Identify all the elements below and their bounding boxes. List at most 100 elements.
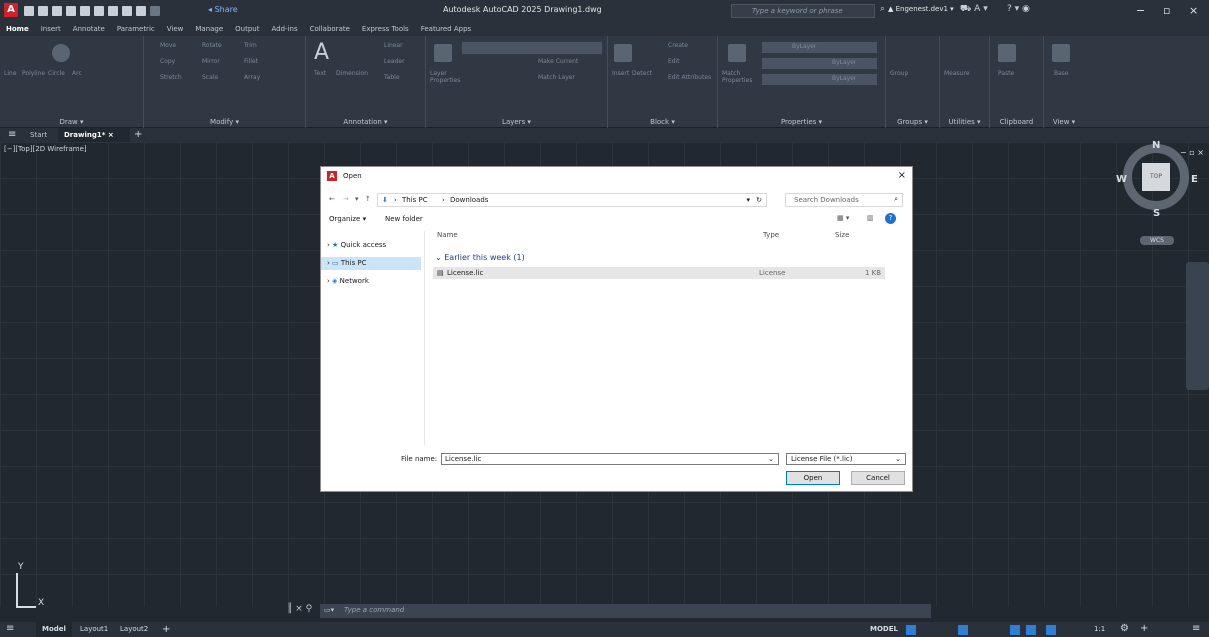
edit-attributes-tool[interactable]: Edit Attributes [668, 74, 711, 81]
save-icon[interactable] [52, 6, 62, 16]
tab-output[interactable]: Output [229, 22, 265, 36]
tab-addins[interactable]: Add-ins [266, 22, 304, 36]
properties-panel-label[interactable]: Properties ▾ [718, 118, 885, 126]
leader-tool[interactable]: Leader [384, 58, 405, 65]
column-header-size[interactable]: Size [835, 231, 849, 239]
tab-parametric[interactable]: Parametric [111, 22, 161, 36]
linetype-dropdown[interactable]: ByLayer [762, 58, 877, 69]
layout2-tab[interactable]: Layout2 [120, 622, 148, 637]
groups-panel-label[interactable]: Groups ▾ [886, 118, 939, 126]
web-open-icon[interactable] [80, 6, 90, 16]
column-header-name[interactable]: Name [437, 231, 458, 239]
command-line-input[interactable]: ▭▾ Type a command [320, 604, 931, 618]
polyline-tool[interactable]: Polyline [22, 70, 45, 77]
edit-block-tool[interactable]: Edit [668, 58, 680, 65]
circle-tool[interactable]: Circle [48, 70, 65, 77]
file-name-dropdown-icon[interactable]: ⌄ [768, 455, 774, 463]
lineweight-icon[interactable] [1046, 625, 1056, 635]
base-tool[interactable]: Base [1054, 70, 1069, 77]
mirror-tool[interactable]: Mirror [202, 58, 220, 65]
arc-tool[interactable]: Arc [72, 70, 82, 77]
layer-properties-tool[interactable]: Layer Properties [430, 70, 464, 84]
draw-panel-label[interactable]: Draw ▾ [0, 118, 143, 126]
breadcrumb[interactable]: ⬇ › This PC › Downloads ▾ ↻ [377, 193, 767, 207]
search-icon[interactable]: ⌕ [880, 4, 885, 14]
redo-icon[interactable] [150, 6, 160, 16]
tab-view[interactable]: View [161, 22, 190, 36]
plot-icon[interactable] [108, 6, 118, 16]
new-folder-button[interactable]: New folder [385, 215, 423, 223]
paste-tool[interactable]: Paste [998, 70, 1014, 77]
compass-south[interactable]: S [1153, 208, 1160, 219]
search-downloads-input[interactable]: Search Downloads ⌕ [785, 193, 903, 207]
dialog-close-button[interactable]: × [898, 170, 906, 181]
forward-icon[interactable]: → [343, 195, 349, 203]
navigation-bar[interactable] [1186, 262, 1209, 390]
modify-panel-label[interactable]: Modify ▾ [144, 118, 305, 126]
share-button[interactable]: ◂ Share [208, 5, 238, 14]
tab-insert[interactable]: Insert [35, 22, 67, 36]
help-search-input[interactable]: Type a keyword or phrase [731, 4, 875, 18]
block-panel-label[interactable]: Block ▾ [608, 118, 717, 126]
preview-pane-icon[interactable]: ▥ [867, 214, 874, 222]
restore-button[interactable]: ▫ [1163, 4, 1170, 17]
expand-chevron-icon[interactable]: › [327, 259, 330, 267]
command-close-icon[interactable]: ║ × ⚲ [287, 604, 312, 614]
add-layout-button[interactable]: + [162, 622, 170, 637]
cancel-button[interactable]: Cancel [851, 471, 905, 485]
file-name-input[interactable]: License.lic ⌄ [441, 453, 779, 465]
trim-tool[interactable]: Trim [244, 42, 257, 49]
table-tool[interactable]: Table [384, 74, 400, 81]
viewport-window-controls[interactable]: − ▫ × [1180, 148, 1204, 157]
array-tool[interactable]: Array [244, 74, 260, 81]
match-properties-tool[interactable]: Match Properties [722, 70, 752, 84]
tab-featured-apps[interactable]: Featured Apps [415, 22, 477, 36]
create-block-tool[interactable]: Create [668, 42, 688, 49]
close-app-button[interactable]: × [1189, 4, 1198, 17]
color-dropdown[interactable]: ByLayer [762, 42, 877, 53]
file-group-header[interactable]: ⌄ Earlier this week (1) [435, 253, 525, 262]
help-icon[interactable]: ? ▾ ◉ [1007, 4, 1030, 14]
stretch-tool[interactable]: Stretch [160, 74, 182, 81]
breadcrumb-this-pc[interactable]: This PC [402, 196, 428, 204]
clipboard-panel-label[interactable]: Clipboard [990, 118, 1043, 126]
file-type-dropdown-icon[interactable]: ⌄ [895, 455, 901, 463]
scale-tool[interactable]: Scale [202, 74, 218, 81]
linear-tool[interactable]: Linear [384, 42, 403, 49]
wcs-menu[interactable]: WCS [1140, 236, 1174, 245]
recent-dropdown-icon[interactable]: ▾ [355, 195, 359, 203]
nav-network[interactable]: › ◈ Network [321, 275, 421, 288]
plus-icon[interactable]: + [1140, 623, 1148, 634]
text-tool[interactable]: Text [314, 70, 326, 77]
group-tool[interactable]: Group [890, 70, 908, 77]
expand-chevron-icon[interactable]: › [327, 241, 330, 249]
tab-express-tools[interactable]: Express Tools [356, 22, 415, 36]
tab-manage[interactable]: Manage [189, 22, 229, 36]
settings-gear-icon[interactable]: ⚙ [1120, 623, 1129, 634]
osnap-icon[interactable] [1010, 625, 1020, 635]
help-icon[interactable]: ? [885, 213, 896, 224]
column-header-type[interactable]: Type [763, 231, 779, 239]
utilities-panel-label[interactable]: Utilities ▾ [940, 118, 989, 126]
tab-start[interactable]: Start [30, 128, 47, 142]
model-tab[interactable]: Model [36, 622, 72, 637]
expand-chevron-icon[interactable]: › [327, 277, 330, 285]
layout-menu-icon[interactable]: ≡ [6, 623, 14, 634]
layer-dropdown[interactable] [462, 42, 602, 54]
compass-east[interactable]: E [1191, 174, 1198, 185]
search-icon[interactable]: ⌕ [894, 195, 898, 204]
breadcrumb-downloads[interactable]: Downloads [450, 196, 488, 204]
back-icon[interactable]: ← [329, 195, 335, 203]
insert-tool[interactable]: Insert [612, 70, 629, 77]
refresh-icon[interactable]: ↻ [756, 196, 762, 204]
measure-tool[interactable]: Measure [944, 70, 970, 77]
layers-panel-label[interactable]: Layers ▾ [426, 118, 607, 126]
save-as-icon[interactable] [66, 6, 76, 16]
fillet-tool[interactable]: Fillet [244, 58, 258, 65]
file-type-select[interactable]: License File (*.lic) ⌄ [786, 453, 906, 465]
tab-drawing1[interactable]: Drawing1* × [58, 128, 130, 142]
organize-button[interactable]: Organize ▾ [329, 215, 366, 223]
tab-home[interactable]: Home [0, 22, 35, 36]
nav-quick-access[interactable]: › ★ Quick access [321, 239, 421, 252]
grid-icon[interactable] [906, 625, 916, 635]
